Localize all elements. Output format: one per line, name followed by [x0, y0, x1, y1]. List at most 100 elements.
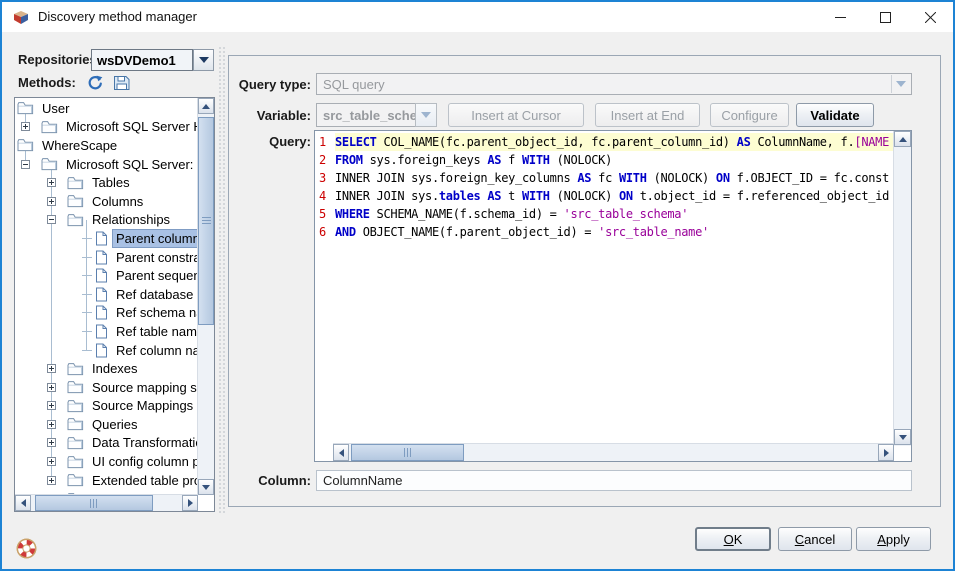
editor-vertical-scrollbar[interactable]: [893, 131, 911, 446]
sql-code: INNER JOIN sys.foreign_key_columns AS fc…: [335, 169, 894, 187]
triangle-left-icon: [339, 449, 344, 457]
folder-icon: [67, 176, 84, 190]
configure-button[interactable]: Configure: [710, 103, 789, 127]
insert-at-cursor-button[interactable]: Insert at Cursor: [448, 103, 584, 127]
maximize-button[interactable]: [863, 2, 908, 32]
variable-dropdown-button[interactable]: [415, 103, 437, 127]
tree-item[interactable]: WhereScape: [15, 136, 198, 155]
tree-item[interactable]: Parent column name: [15, 229, 198, 248]
scroll-left-button[interactable]: [15, 495, 31, 511]
scrollbar-thumb[interactable]: [35, 495, 153, 511]
panel-splitter[interactable]: [218, 46, 226, 513]
tree-item-label: Microsoft SQL Server: 9.0 -: [63, 156, 198, 173]
sql-editor[interactable]: 1SELECT COL_NAME(fc.parent_object_id, fc…: [314, 130, 912, 462]
tree-item-label: Columns: [89, 193, 146, 210]
expand-icon[interactable]: [47, 401, 56, 410]
refresh-button[interactable]: [86, 74, 104, 91]
scroll-right-button[interactable]: [182, 495, 198, 511]
query-type-value: SQL query: [323, 77, 385, 92]
validate-button[interactable]: Validate: [796, 103, 874, 127]
help-icon[interactable]: [16, 538, 37, 559]
collapse-icon[interactable]: [47, 215, 56, 224]
tree-item-label: Source mapping sets: [89, 379, 198, 396]
tree-item[interactable]: Ref table name: [15, 322, 198, 341]
expand-icon[interactable]: [47, 197, 56, 206]
scroll-up-button[interactable]: [198, 98, 214, 114]
chevron-down-icon[interactable]: [891, 75, 910, 93]
scroll-down-button[interactable]: [198, 479, 214, 495]
folder-icon: [67, 417, 84, 431]
tree-item[interactable]: User: [15, 99, 198, 118]
minimize-button[interactable]: [818, 2, 863, 32]
tree-item[interactable]: Relationships: [15, 211, 198, 230]
repositories-dropdown-button[interactable]: [193, 49, 214, 71]
tree-item-label: Ref column name: [113, 342, 198, 359]
variable-combobox[interactable]: src_table_schema: [316, 103, 416, 127]
tree-item-label: Ref schema name: [113, 304, 198, 321]
column-field[interactable]: ColumnName: [316, 470, 912, 491]
expand-icon[interactable]: [47, 438, 56, 447]
close-button[interactable]: [908, 2, 953, 32]
document-icon: [95, 250, 108, 265]
scroll-up-button[interactable]: [894, 131, 911, 147]
folder-icon: [67, 213, 84, 227]
tree-item[interactable]: Extended table properties: [15, 471, 198, 490]
repositories-combobox[interactable]: wsDVDemo1: [91, 49, 193, 71]
tree-item[interactable]: Columns: [15, 192, 198, 211]
expand-icon[interactable]: [21, 122, 30, 131]
tree-item[interactable]: Ref column name: [15, 341, 198, 360]
insert-at-end-button[interactable]: Insert at End: [595, 103, 700, 127]
save-button[interactable]: [112, 74, 130, 91]
tree-item-label: UI config column properties: [89, 453, 198, 470]
tree-viewport[interactable]: UserMicrosoft SQL Server HS: 9WhereScape…: [15, 98, 198, 495]
expand-icon[interactable]: [47, 178, 56, 187]
tree-connector: [82, 238, 92, 239]
expand-icon[interactable]: [47, 476, 56, 485]
tree-item[interactable]: Microsoft SQL Server HS: 9: [15, 118, 198, 137]
collapse-icon[interactable]: [21, 160, 30, 169]
tree-item-label: Parent constraint name: [113, 249, 198, 266]
expand-icon[interactable]: [47, 364, 56, 373]
tree-item[interactable]: Tables: [15, 173, 198, 192]
triangle-down-icon: [202, 485, 210, 490]
sql-code: AND OBJECT_NAME(f.parent_object_id) = 's…: [335, 223, 894, 241]
tree-item[interactable]: Indexes: [15, 359, 198, 378]
scrollbar-thumb[interactable]: [351, 444, 464, 461]
tree-item[interactable]: Data Transformations: [15, 434, 198, 453]
scroll-right-button[interactable]: [878, 444, 894, 461]
tree-connector: [82, 350, 92, 351]
apply-button[interactable]: Apply: [856, 527, 931, 551]
tree-item[interactable]: Ref schema name: [15, 304, 198, 323]
tree-item-label: Parent column name: [113, 230, 198, 247]
scroll-down-button[interactable]: [894, 429, 911, 445]
tree-item-label: Ref table name: [113, 323, 198, 340]
tree-item[interactable]: Parent sequence: [15, 266, 198, 285]
sql-text-area[interactable]: 1SELECT COL_NAME(fc.parent_object_id, fc…: [315, 131, 894, 444]
tree-item-label: Extended table properties: [89, 472, 198, 489]
tree-item[interactable]: Parent constraint name: [15, 248, 198, 267]
line-number: 6: [315, 223, 335, 241]
tree-item-label: Source Mappings: [89, 397, 196, 414]
expand-icon[interactable]: [47, 420, 56, 429]
ok-button[interactable]: OK: [695, 527, 771, 551]
scrollbar-thumb[interactable]: [198, 117, 214, 325]
tree-item[interactable]: Ref database name: [15, 285, 198, 304]
folder-icon: [41, 120, 58, 134]
tree-item[interactable]: Source mapping sets: [15, 378, 198, 397]
sql-line: 2FROM sys.foreign_keys AS f WITH (NOLOCK…: [315, 151, 894, 169]
method-detail-panel: Query type: SQL query Variable: src_tabl…: [228, 55, 941, 507]
chevron-down-icon: [421, 112, 431, 118]
cancel-button[interactable]: Cancel: [778, 527, 852, 551]
query-type-combobox[interactable]: SQL query: [316, 73, 912, 95]
tree-item[interactable]: Queries: [15, 415, 198, 434]
tree-item[interactable]: Microsoft SQL Server: 9.0 -: [15, 155, 198, 174]
tree-item-label: Microsoft SQL Server HS: 9: [63, 118, 198, 135]
tree-item[interactable]: Source Mappings: [15, 397, 198, 416]
scroll-left-button[interactable]: [333, 444, 349, 461]
expand-icon[interactable]: [47, 383, 56, 392]
expand-icon[interactable]: [47, 457, 56, 466]
folder-icon: [17, 101, 34, 115]
folder-icon: [41, 157, 58, 171]
tree-item[interactable]: UI config column properties: [15, 452, 198, 471]
document-icon: [95, 268, 108, 283]
